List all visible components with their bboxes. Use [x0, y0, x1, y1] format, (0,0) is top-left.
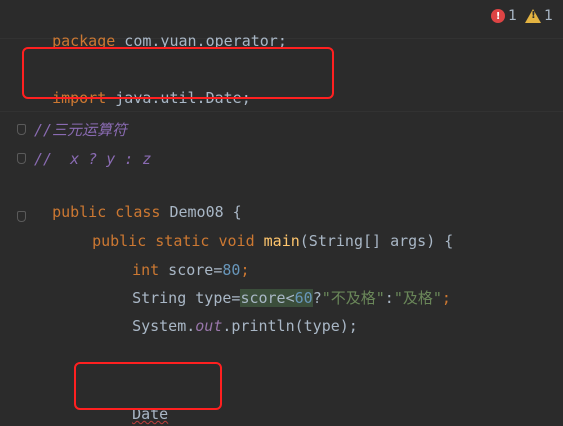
- warning-count: 1: [544, 8, 553, 24]
- code-text: (String[] args) {: [299, 232, 454, 250]
- code-text: System.: [132, 317, 196, 335]
- code-text: .println(type);: [222, 317, 358, 335]
- fold-icon[interactable]: [17, 211, 26, 222]
- comment-line[interactable]: //三元运算符: [34, 118, 127, 142]
- static-field: out: [195, 317, 223, 335]
- error-icon: !: [491, 9, 506, 23]
- method-name: main: [263, 232, 300, 250]
- highlight-box-import: [22, 47, 334, 99]
- fold-icon[interactable]: [17, 153, 26, 164]
- error-indicator[interactable]: ! 1: [491, 8, 517, 24]
- comment-line[interactable]: // x ? y : z: [34, 147, 151, 171]
- error-count: 1: [508, 8, 518, 24]
- inspection-status[interactable]: ! 1 1: [491, 6, 553, 26]
- highlight-box-date: [74, 362, 222, 410]
- fold-icon[interactable]: [17, 124, 26, 135]
- string-literal: "及格": [393, 289, 442, 307]
- code-line-type[interactable]: String type=score<60?"不及格":"及格";: [114, 262, 451, 307]
- code-line-println[interactable]: System.out.println(type);: [114, 290, 358, 335]
- code-line-main[interactable]: public static void main(String[] args) {: [74, 205, 453, 250]
- code-line-class[interactable]: public class Demo08 {: [34, 176, 242, 221]
- code-line-package[interactable]: package com.yuan.operator;: [34, 5, 287, 50]
- warning-icon: [525, 9, 542, 23]
- operator: :: [384, 289, 394, 307]
- semicolon: ;: [441, 289, 451, 307]
- separator: [0, 111, 563, 112]
- warning-indicator[interactable]: 1: [525, 8, 553, 24]
- code-line-score[interactable]: int score=80;: [114, 234, 249, 279]
